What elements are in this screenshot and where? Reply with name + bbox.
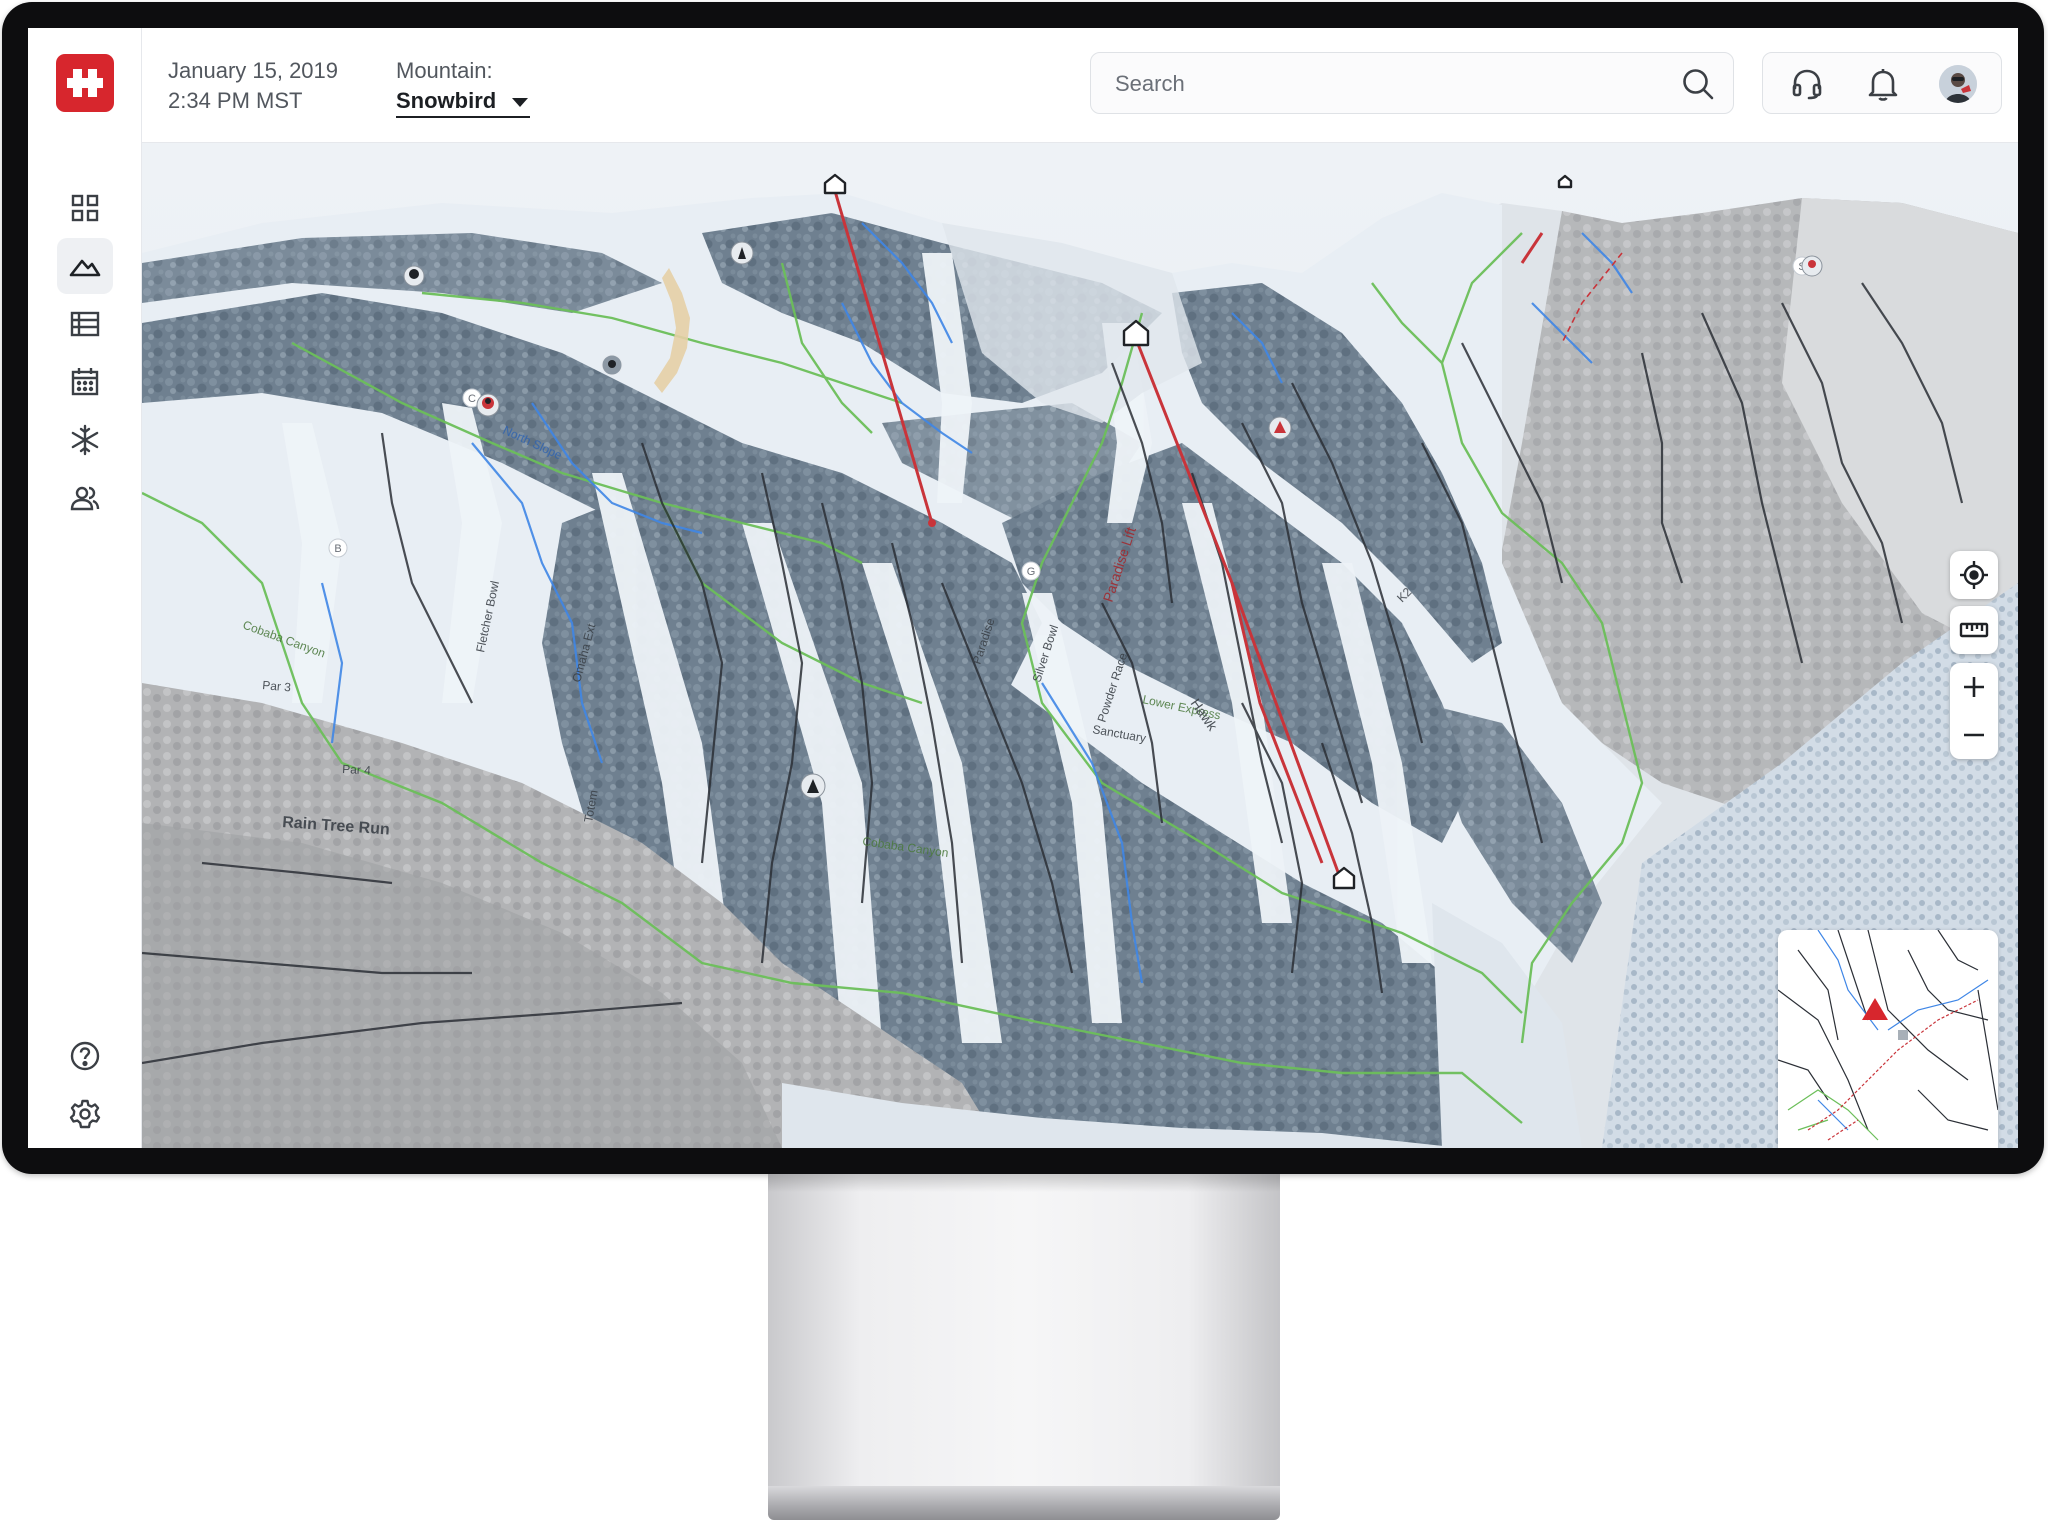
sidebar-item-settings[interactable] (57, 1086, 113, 1142)
trail-label: Par 3 (262, 678, 292, 694)
locate-button[interactable] (1950, 551, 1998, 599)
current-date: January 15, 2019 (168, 58, 339, 83)
grid-icon (71, 194, 99, 222)
trail-label: Par 4 (342, 762, 372, 777)
zoom-in-icon (1964, 677, 1984, 697)
chevron-down-icon (512, 98, 529, 107)
sidebar-item-mountain[interactable] (57, 238, 113, 294)
monitor-bezel: January 15, 2019 2:34 PM MST Mountain: S… (2, 2, 2044, 1174)
search-icon[interactable] (1681, 67, 1715, 101)
ruler-icon (1959, 622, 1989, 638)
sidebar-item-people[interactable] (57, 470, 113, 526)
locate-icon (1960, 561, 1988, 589)
zoom-in-button[interactable] (1950, 663, 1998, 711)
headset-icon[interactable] (1789, 66, 1825, 102)
search-input[interactable] (1113, 53, 1657, 115)
app-screen: January 15, 2019 2:34 PM MST Mountain: S… (28, 28, 2018, 1148)
stand-shadow (768, 1174, 1280, 1192)
sidebar-item-calendar[interactable] (57, 354, 113, 410)
top-bar: January 15, 2019 2:34 PM MST Mountain: S… (142, 28, 2018, 143)
sidebar (28, 28, 142, 1148)
help-icon (70, 1041, 100, 1071)
sidebar-item-snow[interactable] (57, 412, 113, 468)
users-icon (70, 486, 100, 511)
minimap-overview (1778, 930, 1998, 1148)
search-box (1090, 52, 1734, 115)
calendar-icon (71, 368, 99, 396)
brand-cross-icon (67, 69, 103, 97)
map-marker-g: G (1027, 566, 1036, 578)
avatar[interactable] (1939, 65, 1977, 103)
sidebar-item-list[interactable] (57, 296, 113, 352)
brand-logo[interactable] (56, 54, 114, 112)
minimap[interactable] (1778, 930, 1998, 1148)
list-icon (70, 311, 100, 337)
bell-icon[interactable] (1865, 66, 1901, 102)
snowflake-icon (71, 424, 99, 456)
sidebar-item-help[interactable] (57, 1028, 113, 1084)
zoom-control (1950, 663, 1998, 759)
gear-icon (69, 1099, 101, 1129)
mountain-dropdown-value: Snowbird (396, 88, 497, 113)
map-marker-b: B (334, 543, 341, 555)
sidebar-item-dashboard[interactable] (57, 180, 113, 236)
mountain-icon (69, 259, 101, 277)
monitor-stand (768, 1174, 1280, 1486)
user-photo-icon (1939, 65, 1977, 103)
measure-control (1950, 606, 1998, 654)
measure-button[interactable] (1950, 606, 1998, 654)
mountain-dropdown[interactable]: Snowbird (396, 86, 531, 118)
mountain-label: Mountain: (396, 58, 493, 83)
date-time: January 15, 2019 2:34 PM MST (168, 56, 338, 116)
zoom-out-button[interactable] (1950, 711, 1998, 759)
monitor-stand-base (768, 1486, 1280, 1520)
current-time: 2:34 PM MST (168, 88, 303, 113)
zoom-out-icon (1964, 733, 1984, 737)
header-actions (1762, 52, 2002, 114)
terrain-3d-view[interactable]: B C G S (142, 143, 2018, 1148)
resort-map[interactable]: B C G S (142, 143, 2018, 1148)
locate-control (1950, 551, 1998, 599)
map-marker-c: C (468, 393, 476, 405)
